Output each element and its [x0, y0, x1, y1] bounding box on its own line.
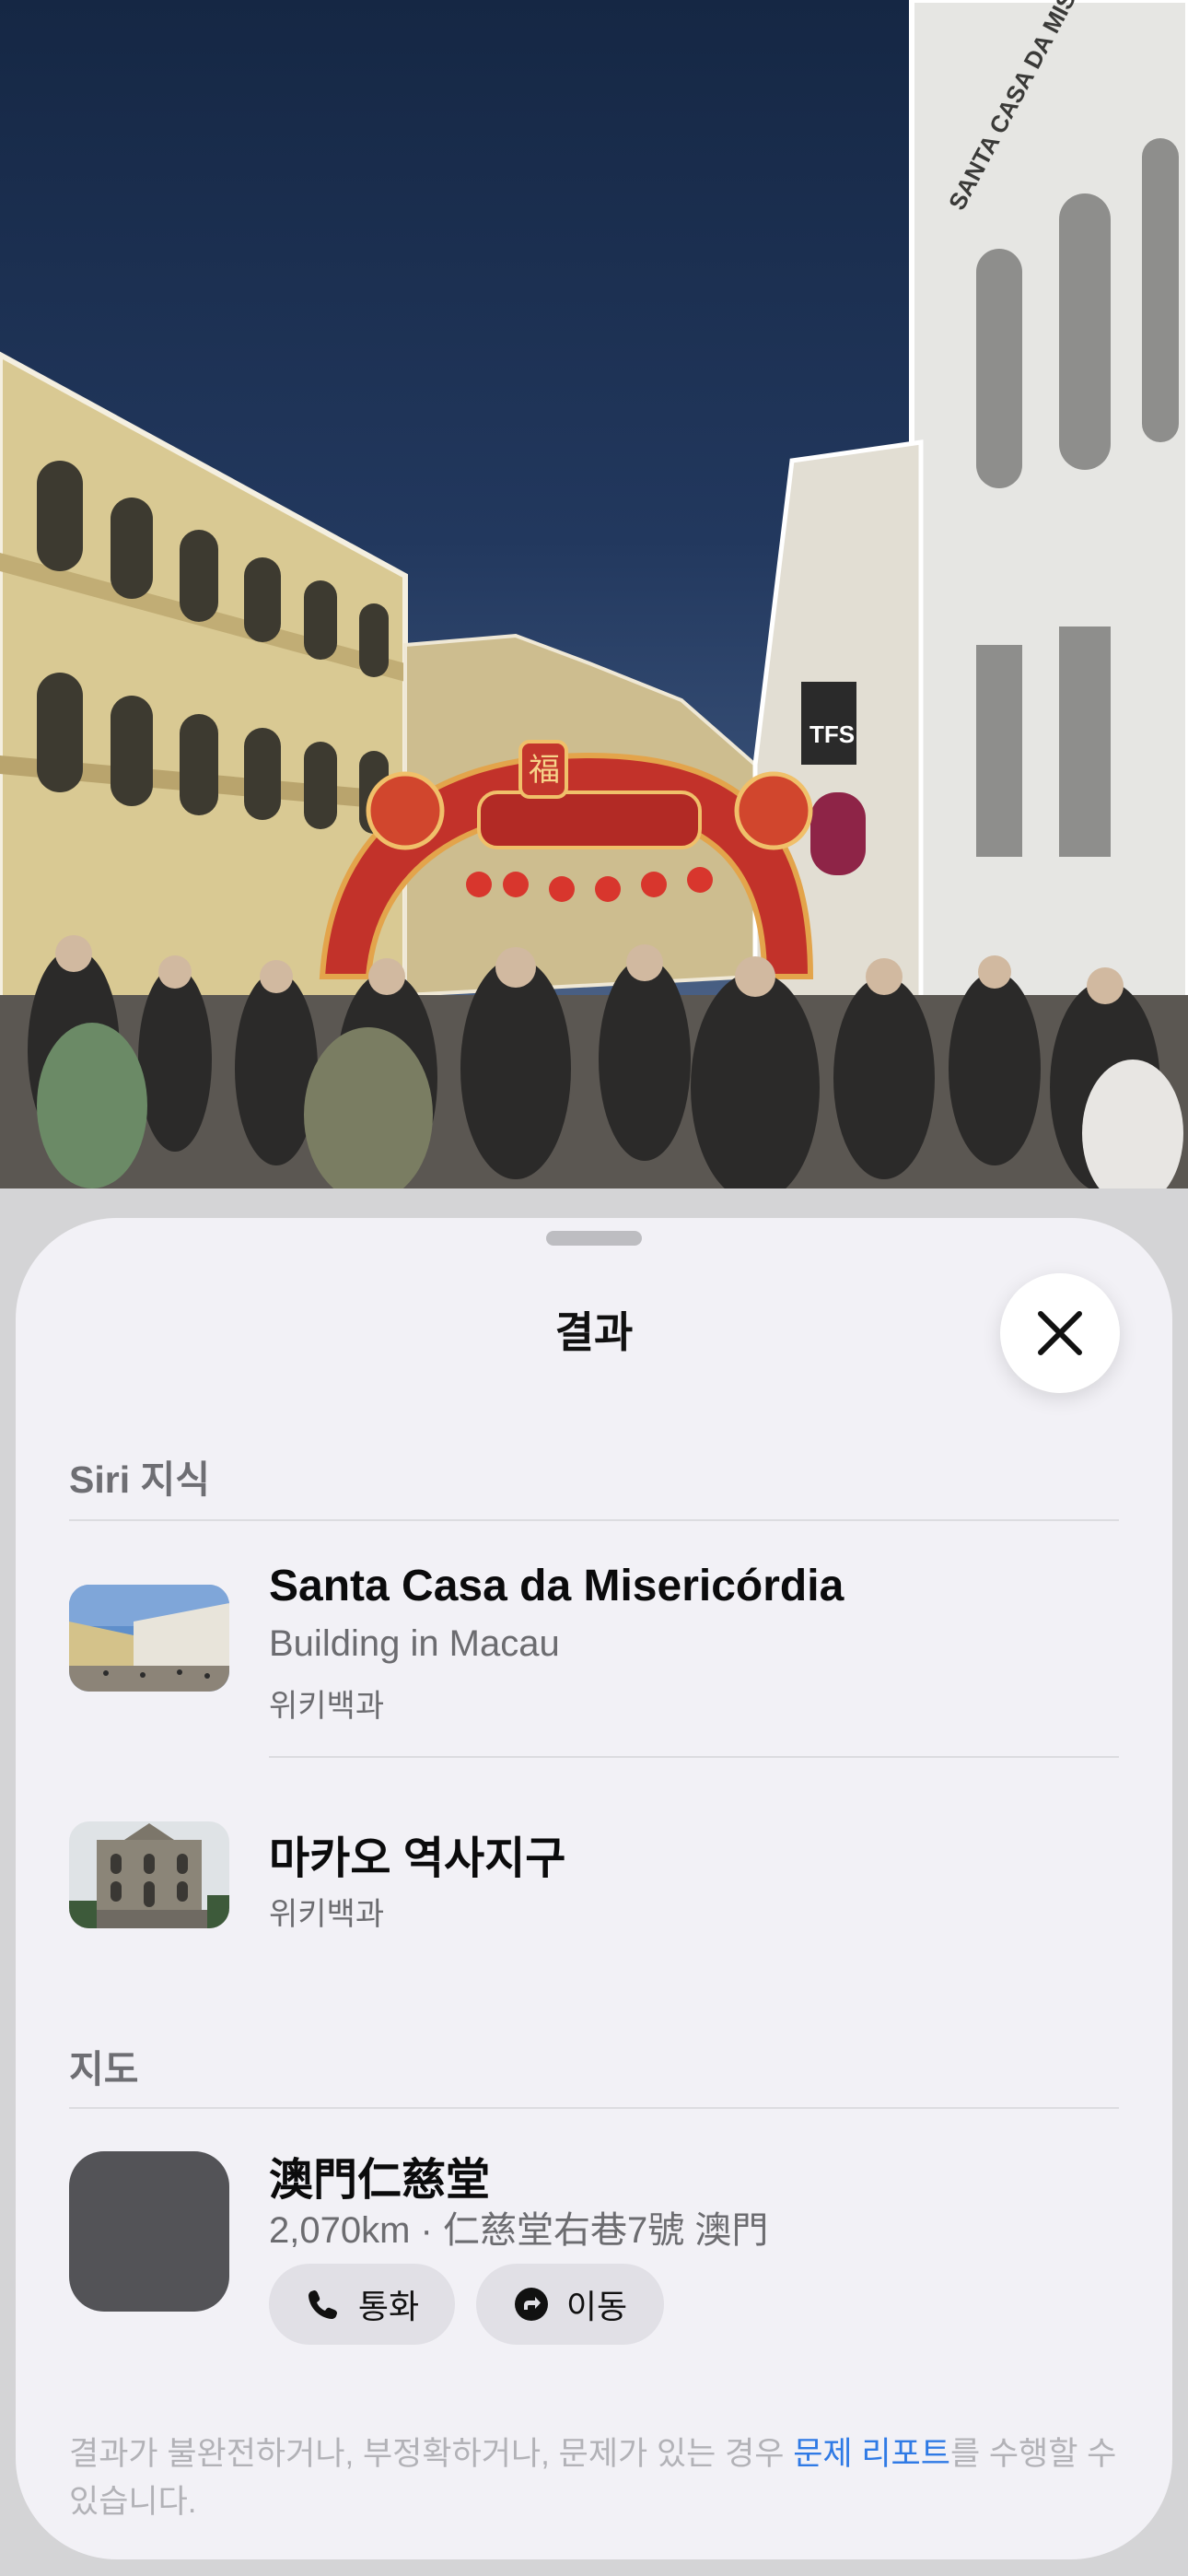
- call-button[interactable]: 통화: [269, 2264, 455, 2345]
- result-divider: [269, 1756, 1119, 1758]
- street-scene-illustration: SANTA CASA DA MISERICÓRDIA TFS 福: [0, 0, 1188, 1198]
- feedback-footer: 결과가 불완전하거나, 부정확하거나, 문제가 있는 경우 문제 리포트를 수행…: [69, 2430, 1119, 2526]
- result-title[interactable]: 마카오 역사지구: [269, 1821, 565, 1886]
- result-subtitle: Building in Macau: [269, 1623, 560, 1664]
- shop-sign-text: TFS: [809, 720, 855, 748]
- result-source: 위키백과: [269, 1689, 385, 1724]
- close-icon: [1038, 1311, 1082, 1355]
- directions-button[interactable]: 이동: [476, 2264, 664, 2345]
- siri-knowledge-label: Siri 지식: [69, 1458, 210, 1501]
- result-source: 위키백과: [269, 1897, 385, 1932]
- result-title[interactable]: Santa Casa da Misericórdia: [269, 1561, 844, 1611]
- result-thumbnail-historic-centre[interactable]: [69, 1821, 229, 1928]
- place-name[interactable]: 澳門仁慈堂: [269, 2143, 490, 2207]
- report-problem-link[interactable]: 문제 리포트: [793, 2436, 950, 2472]
- call-button-label: 통화: [357, 2288, 420, 2325]
- section-divider: [69, 1519, 1119, 1521]
- maps-label: 지도: [69, 2048, 139, 2090]
- footer-text-before: 결과가 불완전하거나, 부정확하거나, 문제가 있는 경우: [69, 2436, 794, 2472]
- sheet-grabber[interactable]: [546, 1231, 642, 1246]
- background-photo: SANTA CASA DA MISERICÓRDIA TFS 福: [0, 0, 1188, 1198]
- result-thumbnail-santa-casa[interactable]: [69, 1585, 229, 1692]
- section-divider: [69, 2107, 1119, 2109]
- arch-character-text: 福: [529, 752, 560, 789]
- place-detail: 2,070km · 仁慈堂右巷7號 澳門: [269, 2210, 769, 2251]
- phone-icon: [305, 2286, 342, 2323]
- map-place-thumbnail[interactable]: [69, 2151, 229, 2312]
- directions-arrow-icon: [513, 2286, 550, 2323]
- directions-button-label: 이동: [565, 2288, 628, 2325]
- close-button[interactable]: [1000, 1273, 1120, 1393]
